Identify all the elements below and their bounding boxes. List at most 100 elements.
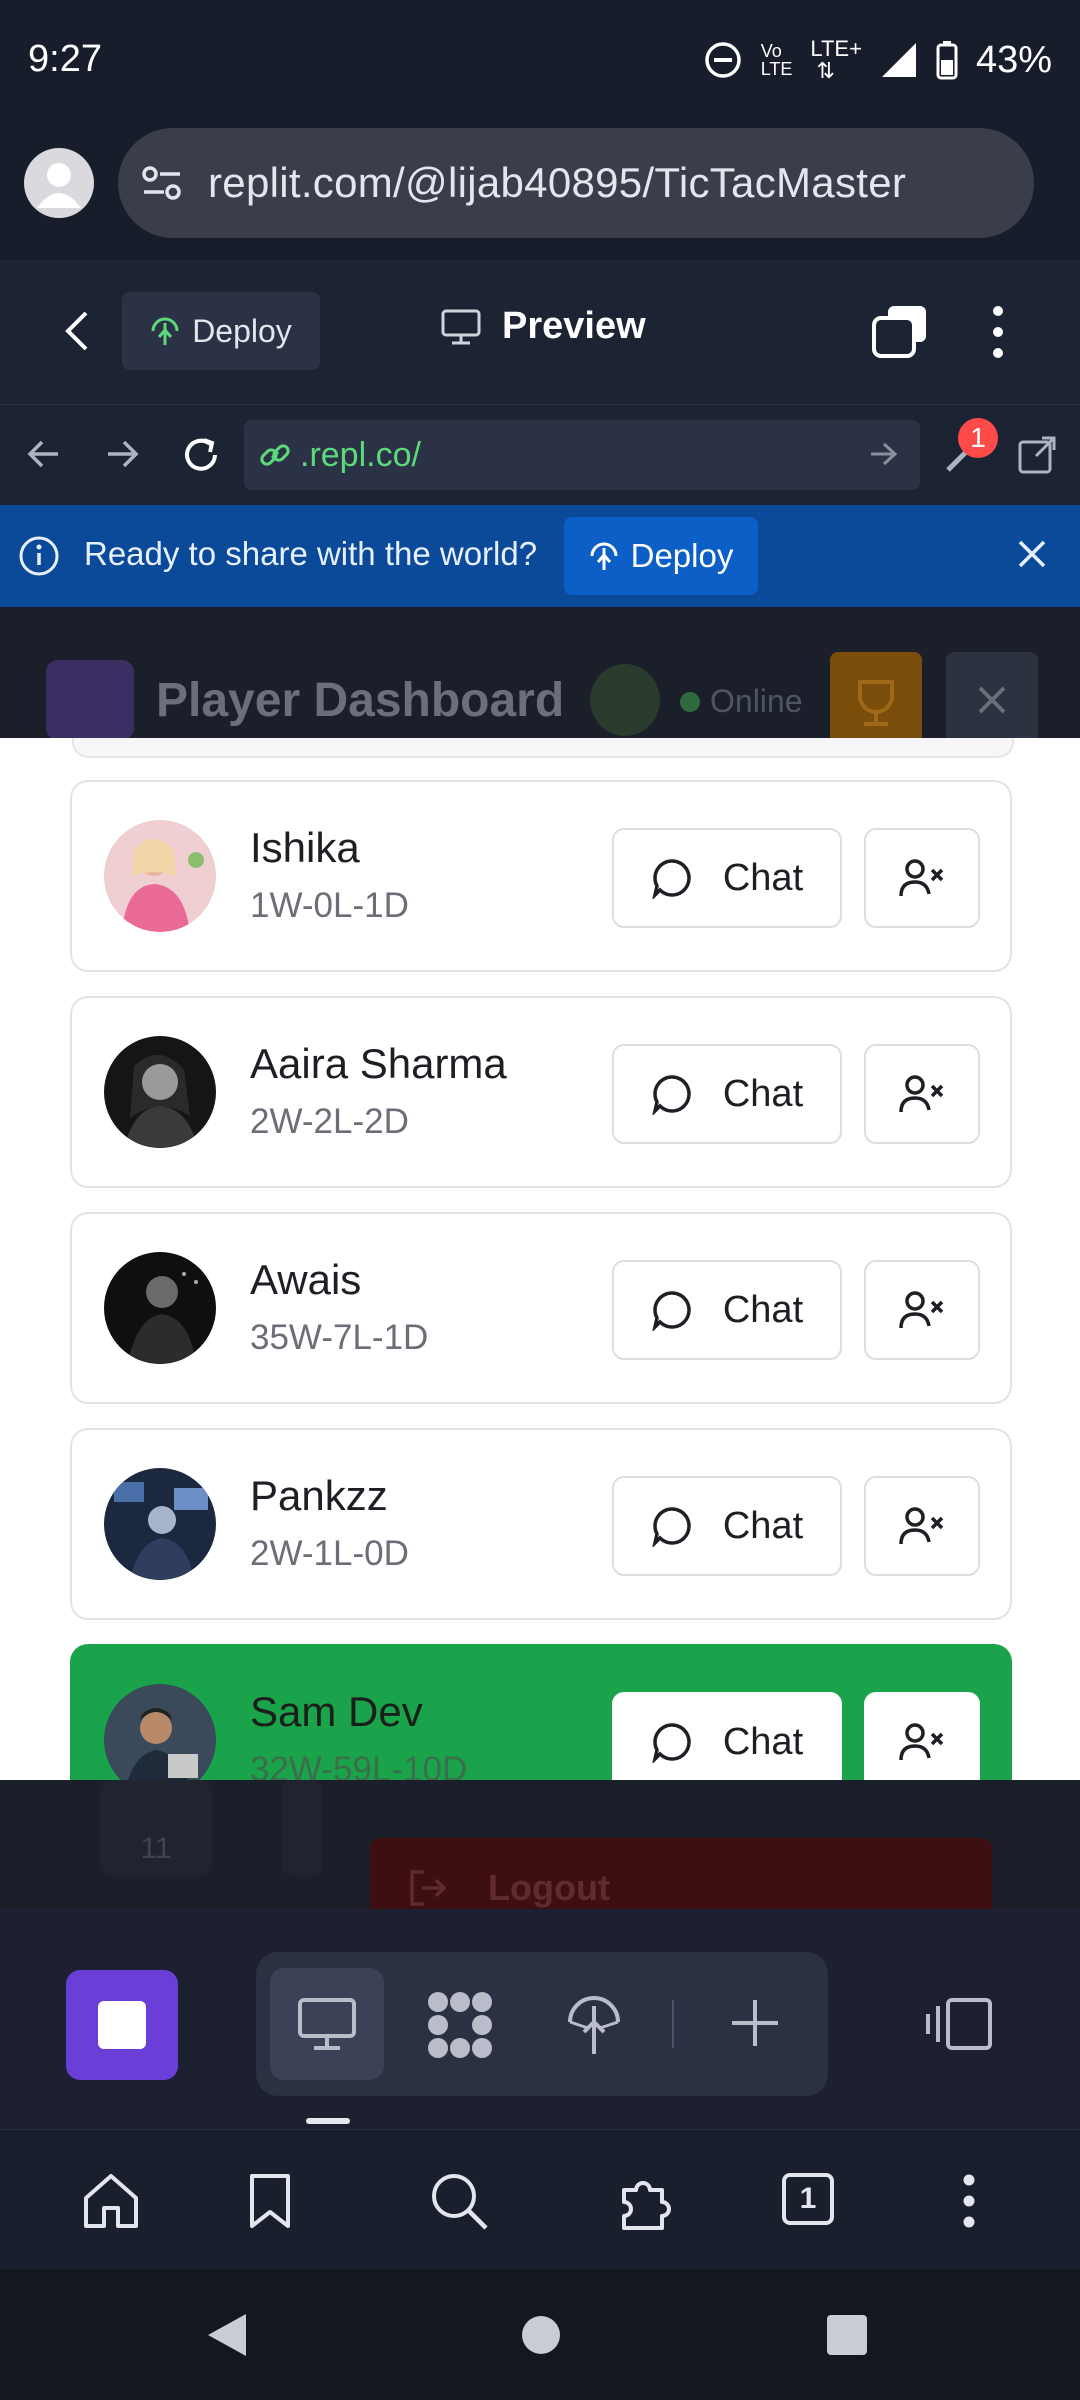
profile-avatar[interactable] (24, 148, 94, 218)
webview-address: .repl.co/ (300, 435, 421, 474)
stat-card (282, 1780, 322, 1876)
add-tool-icon[interactable] (728, 1996, 782, 2050)
avatar (104, 1036, 216, 1148)
gamepad-icon (46, 660, 134, 740)
friend-record: 2W-2L-2D (250, 1102, 409, 1141)
system-home-icon[interactable] (520, 2314, 562, 2356)
friend-row-highlighted: Sam Dev 32W-59L-10D Chat (70, 1644, 1012, 1780)
chat-label: Chat (722, 1720, 804, 1763)
chat-icon (652, 1723, 691, 1763)
banner-deploy-label: Deploy (630, 537, 734, 574)
remove-friend-icon (899, 1723, 944, 1761)
signal-icon (881, 43, 916, 77)
friend-row: Ishika 1W-0L-1D Chat (70, 780, 1012, 972)
system-recents-icon[interactable] (826, 2314, 868, 2356)
deploy-button[interactable]: Deploy (122, 292, 320, 370)
menu-icon[interactable] (960, 2174, 978, 2228)
friend-row: Pankzz 2W-1L-0D Chat (70, 1428, 1012, 1620)
url-field[interactable]: replit.com/@lijab40895/TicTacMaster (118, 128, 1034, 238)
logout-icon (410, 1870, 447, 1906)
avatar (104, 820, 216, 932)
nav-back-icon[interactable] (26, 438, 62, 470)
friend-record: 35W-7L-1D (250, 1318, 429, 1357)
chat-label: Chat (722, 1288, 804, 1331)
deploy-icon (590, 542, 618, 570)
trophy-button[interactable] (830, 652, 922, 748)
chat-label: Chat (722, 856, 804, 899)
modal-header-edge (72, 738, 1014, 758)
deploy-icon[interactable] (566, 1992, 622, 2058)
back-chevron-icon[interactable] (62, 310, 92, 352)
avatar (104, 1468, 216, 1580)
friend-row: Aaira Sharma 2W-2L-2D Chat (70, 996, 1012, 1188)
info-icon (19, 536, 59, 576)
status-time: 9:27 (28, 38, 102, 80)
deploy-label: Deploy (192, 312, 292, 349)
extensions-icon[interactable] (614, 2170, 676, 2232)
open-external-icon[interactable] (1016, 434, 1058, 476)
remove-friend-icon (899, 1075, 944, 1113)
friend-name: Sam Dev (250, 1688, 423, 1735)
system-back-icon[interactable] (204, 2310, 250, 2360)
stat-card: 11 (100, 1780, 212, 1876)
close-icon (978, 686, 1006, 714)
chat-button[interactable]: Chat (612, 1044, 842, 1144)
go-arrow-icon[interactable] (868, 440, 898, 468)
remove-friend-icon (899, 859, 944, 897)
chat-button[interactable]: Chat (612, 1476, 842, 1576)
home-icon[interactable] (80, 2172, 142, 2230)
preview-tab[interactable]: Preview (440, 305, 646, 348)
chat-icon (652, 1291, 691, 1331)
remove-friend-icon (899, 1291, 944, 1329)
link-icon (260, 444, 290, 466)
online-status: Online (680, 683, 803, 720)
deploy-icon (151, 317, 179, 345)
webview-address-field[interactable]: .repl.co/ (244, 420, 920, 490)
split-view-icon[interactable] (870, 302, 930, 360)
status-bar: 9:27 Vo LTE LTE+ ⇅ 43% (0, 0, 1080, 125)
chat-button[interactable]: Chat (612, 1260, 842, 1360)
banner-deploy-button[interactable]: Deploy (564, 517, 758, 595)
search-icon[interactable] (428, 2170, 490, 2232)
banner-message: Ready to share with the world? (84, 535, 538, 572)
reload-icon[interactable] (180, 434, 222, 476)
chat-icon (652, 859, 691, 899)
site-settings-icon[interactable] (140, 163, 184, 203)
dashboard-title: Player Dashboard (156, 674, 565, 727)
remove-friend-button[interactable] (864, 828, 980, 928)
stop-button[interactable] (66, 1970, 178, 2080)
remove-friend-button[interactable] (864, 1476, 980, 1576)
dnd-icon (704, 42, 741, 78)
monitor-icon (441, 309, 481, 344)
friends-modal: Ishika 1W-0L-1D Chat Aaira Sharma 2W-2L-… (0, 738, 1080, 1780)
friend-record: 1W-0L-1D (250, 886, 409, 925)
friend-name: Awais (250, 1256, 362, 1303)
preview-label: Preview (502, 305, 646, 347)
apps-grid-icon[interactable] (424, 1990, 496, 2060)
more-options-icon[interactable] (990, 305, 1006, 359)
avatar (104, 1252, 216, 1364)
remove-friend-button[interactable] (864, 1692, 980, 1780)
chat-button[interactable]: Chat (612, 1692, 842, 1780)
trophy-icon (858, 680, 894, 726)
layout-switch-icon[interactable] (924, 1996, 994, 2052)
logout-label: Logout (488, 1867, 610, 1908)
bookmark-icon[interactable] (248, 2172, 292, 2230)
friend-record: 2W-1L-0D (250, 1534, 409, 1573)
chat-icon (652, 1075, 691, 1115)
battery-icon (936, 41, 958, 80)
dock-handle[interactable] (306, 2118, 350, 2124)
close-dashboard-button[interactable] (946, 652, 1038, 748)
dashboard-avatar (590, 664, 660, 736)
remove-friend-button[interactable] (864, 1044, 980, 1144)
chat-button[interactable]: Chat (612, 828, 842, 928)
lte-icon: LTE+ ⇅ (810, 36, 862, 83)
friend-row: Awais 35W-7L-1D Chat (70, 1212, 1012, 1404)
remove-friend-icon (899, 1507, 944, 1545)
tabs-button[interactable]: 1 (782, 2173, 834, 2225)
volte-icon: Vo LTE (760, 41, 793, 79)
nav-forward-icon[interactable] (104, 438, 140, 470)
dock-preview-tab[interactable] (270, 1968, 384, 2080)
remove-friend-button[interactable] (864, 1260, 980, 1360)
close-banner-icon[interactable] (1016, 538, 1048, 570)
